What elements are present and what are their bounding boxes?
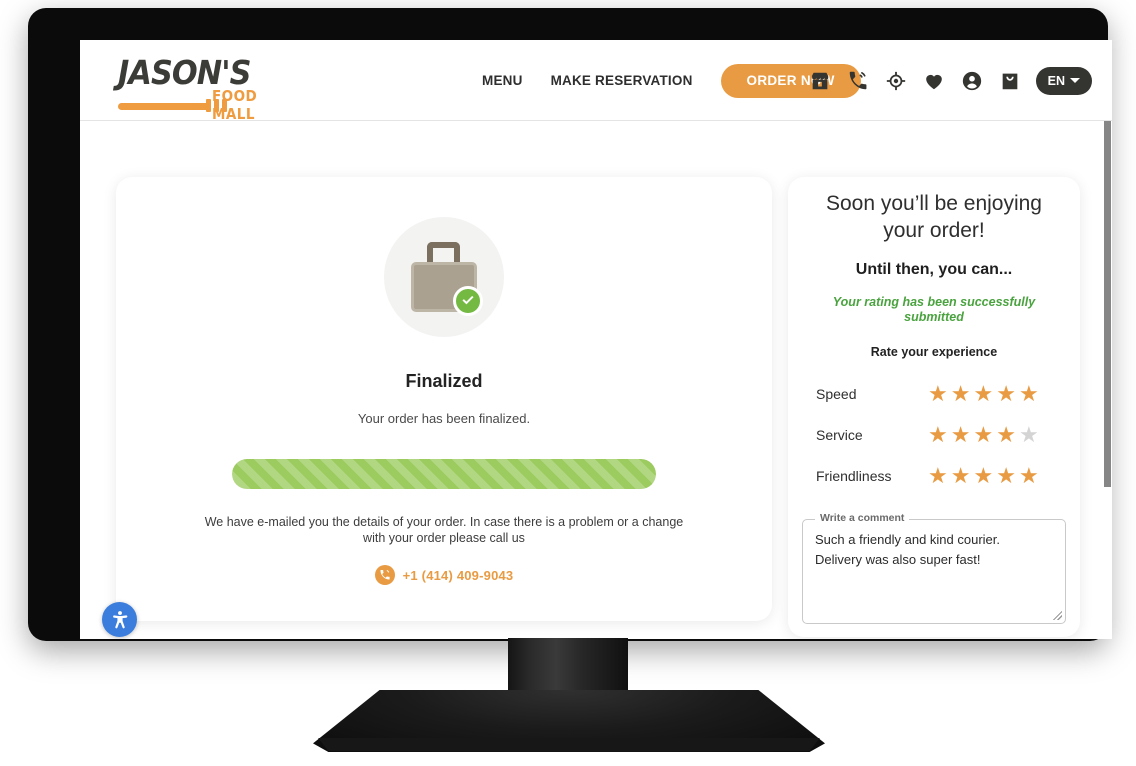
rating-rows: Speed ★ ★ ★ ★ ★ Service ★ ★ ★ ★ ★ Friendliness ★ ★ ★ ★ ★ bbox=[816, 373, 1062, 496]
chevron-down-icon bbox=[1070, 78, 1080, 83]
comment-input[interactable] bbox=[813, 528, 1059, 614]
site-logo[interactable]: JASON'S FOOD MALL bbox=[118, 53, 298, 123]
site-header: JASON'S FOOD MALL MENU MAKE RESERVATION bbox=[80, 40, 1112, 123]
logo-subrow: FOOD MALL bbox=[118, 87, 298, 123]
monitor-stand-base-lip bbox=[318, 738, 820, 751]
rating-row-service: Service ★ ★ ★ ★ ★ bbox=[816, 414, 1062, 455]
screenshot-stage: JASON'S FOOD MALL MENU MAKE RESERVATION bbox=[0, 0, 1136, 766]
page-scrollbar-thumb[interactable] bbox=[1104, 121, 1111, 487]
accessibility-button[interactable] bbox=[102, 602, 137, 637]
monitor-screen: JASON'S FOOD MALL MENU MAKE RESERVATION bbox=[80, 40, 1112, 639]
store-icon[interactable] bbox=[808, 69, 832, 93]
shopping-bag-icon[interactable] bbox=[998, 69, 1022, 93]
phone-call-icon[interactable] bbox=[846, 69, 870, 93]
star-icon[interactable]: ★ bbox=[928, 423, 948, 446]
monitor-bezel: JASON'S FOOD MALL MENU MAKE RESERVATION bbox=[28, 8, 1112, 641]
review-panel-heading: Soon you’ll be enjoying your order! bbox=[826, 192, 1042, 242]
fork-icon bbox=[118, 98, 227, 112]
order-status-card: Finalized Your order has been finalized.… bbox=[116, 177, 772, 621]
star-icon[interactable]: ★ bbox=[951, 423, 971, 446]
order-progress-bar bbox=[232, 459, 656, 489]
order-status-title: Finalized bbox=[405, 371, 483, 391]
shopping-bag-with-check-icon bbox=[411, 242, 483, 316]
star-icon[interactable]: ★ bbox=[951, 382, 971, 405]
language-selector[interactable]: EN bbox=[1035, 66, 1092, 95]
star-icon[interactable]: ★ bbox=[996, 423, 1016, 446]
star-icon[interactable]: ★ bbox=[951, 464, 971, 487]
comment-field[interactable]: Write a comment bbox=[802, 512, 1066, 624]
language-label: EN bbox=[1047, 73, 1065, 88]
nav-item-menu[interactable]: MENU bbox=[468, 73, 537, 88]
rating-stars: ★ ★ ★ ★ ★ bbox=[928, 382, 1039, 405]
rating-success-message: Your rating has been successfully submit… bbox=[832, 295, 1036, 325]
location-target-icon[interactable] bbox=[884, 69, 908, 93]
rating-row-friendliness: Friendliness ★ ★ ★ ★ ★ bbox=[816, 455, 1062, 496]
star-icon[interactable]: ★ bbox=[973, 423, 993, 446]
page-scrollbar-track[interactable] bbox=[1103, 121, 1112, 639]
support-phone-link[interactable]: +1 (414) 409-9043 bbox=[116, 565, 772, 585]
rating-stars: ★ ★ ★ ★ ★ bbox=[928, 423, 1039, 446]
heart-icon[interactable] bbox=[922, 69, 946, 93]
nav-item-make-reservation[interactable]: MAKE RESERVATION bbox=[537, 73, 707, 88]
comment-field-label: Write a comment bbox=[815, 512, 910, 524]
rating-stars: ★ ★ ★ ★ ★ bbox=[928, 464, 1039, 487]
star-icon[interactable]: ★ bbox=[1019, 382, 1039, 405]
header-icon-group: EN bbox=[808, 40, 1092, 121]
star-icon[interactable]: ★ bbox=[996, 464, 1016, 487]
logo-subtext: FOOD MALL bbox=[211, 87, 258, 123]
page-body: Finalized Your order has been finalized.… bbox=[80, 121, 1112, 639]
textarea-resize-handle[interactable] bbox=[1053, 611, 1062, 620]
star-icon[interactable]: ★ bbox=[973, 464, 993, 487]
support-phone-number: +1 (414) 409-9043 bbox=[402, 567, 514, 583]
primary-nav: MENU MAKE RESERVATION ORDER NOW bbox=[468, 40, 861, 121]
logo-wordmark: JASON'S bbox=[118, 53, 252, 92]
star-icon[interactable]: ★ bbox=[973, 382, 993, 405]
accessibility-icon bbox=[112, 610, 127, 628]
order-email-note: We have e-mailed you the details of your… bbox=[204, 515, 684, 545]
order-progress-fill bbox=[232, 459, 656, 489]
account-icon[interactable] bbox=[960, 69, 984, 93]
phone-call-icon bbox=[374, 565, 395, 585]
rating-label: Speed bbox=[816, 385, 857, 402]
rating-row-speed: Speed ★ ★ ★ ★ ★ bbox=[816, 373, 1062, 414]
review-panel-card: Soon you’ll be enjoying your order! Unti… bbox=[788, 177, 1080, 637]
star-icon[interactable]: ★ bbox=[1019, 464, 1039, 487]
star-icon[interactable]: ★ bbox=[928, 464, 948, 487]
star-icon[interactable]: ★ bbox=[1019, 423, 1039, 446]
rate-experience-label: Rate your experience bbox=[870, 345, 998, 359]
rating-label: Service bbox=[816, 426, 863, 443]
order-illustration bbox=[384, 217, 504, 337]
review-panel-subheading: Until then, you can... bbox=[855, 261, 1013, 278]
order-status-subtitle: Your order has been finalized. bbox=[357, 411, 531, 426]
star-icon[interactable]: ★ bbox=[996, 382, 1016, 405]
star-icon[interactable]: ★ bbox=[928, 382, 948, 405]
check-badge-icon bbox=[453, 286, 483, 316]
rating-label: Friendliness bbox=[816, 467, 892, 484]
